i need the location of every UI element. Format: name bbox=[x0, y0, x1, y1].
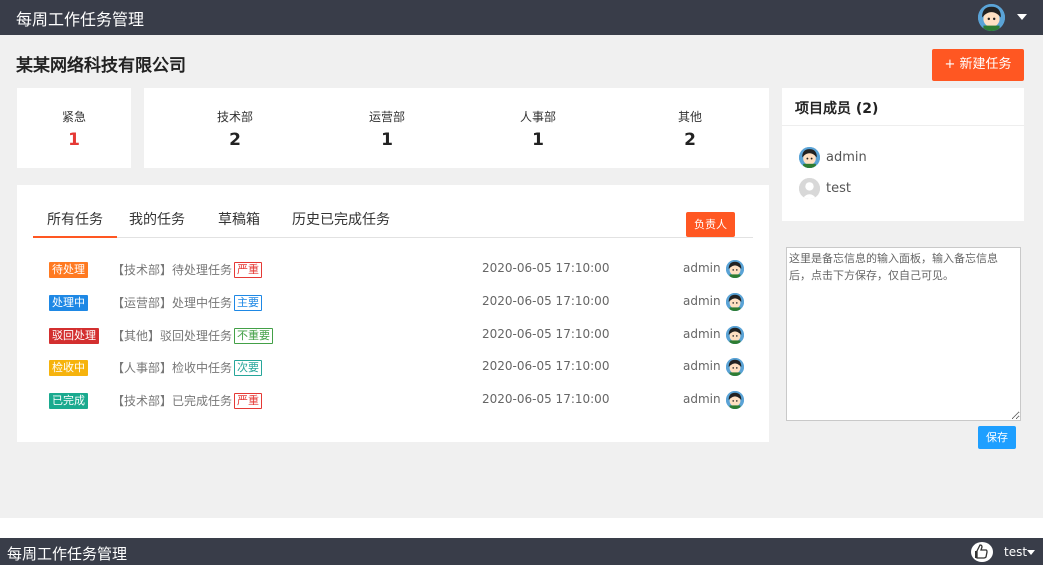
task-time: 2020-06-05 17:10:00 bbox=[482, 293, 610, 308]
tab-history-completed[interactable]: 历史已完成任务 bbox=[278, 210, 404, 238]
company-name: 某某网络科技有限公司 bbox=[16, 56, 186, 76]
tab-drafts[interactable]: 草稿箱 bbox=[204, 210, 274, 238]
dept-count[interactable]: 2 bbox=[195, 130, 275, 150]
project-members-card: 项目成员 (2) admin test bbox=[782, 88, 1024, 221]
thumbs-up-icon[interactable] bbox=[971, 542, 993, 562]
task-name[interactable]: 【人事部】检收中任务 bbox=[112, 361, 232, 375]
dept-count[interactable]: 2 bbox=[650, 130, 730, 150]
task-tabs: 所有任务 我的任务 草稿箱 历史已完成任务 bbox=[33, 210, 753, 238]
save-memo-button[interactable]: 保存 bbox=[978, 426, 1016, 449]
user-avatar-icon[interactable] bbox=[978, 4, 1005, 31]
task-owner: admin bbox=[683, 392, 721, 407]
dept-count[interactable]: 1 bbox=[347, 130, 427, 150]
task-owner: admin bbox=[683, 326, 721, 341]
status-badge: 待处理 bbox=[49, 262, 88, 278]
priority-badge: 主要 bbox=[234, 294, 263, 311]
status-badge: 已完成 bbox=[49, 393, 88, 410]
task-title[interactable]: 【其他】驳回处理任务 不重要 bbox=[112, 327, 274, 344]
task-name[interactable]: 【技术部】待处理任务 bbox=[112, 263, 232, 277]
owner-avatar-icon bbox=[726, 292, 744, 311]
tab-all-tasks[interactable]: 所有任务 bbox=[33, 210, 117, 238]
task-row[interactable]: 待处理 【技术部】待处理任务 严重 2020-06-05 17:10:00 admin bbox=[17, 258, 769, 282]
task-time: 2020-06-05 17:10:00 bbox=[482, 392, 610, 407]
dept-label: 技术部 bbox=[216, 110, 253, 124]
task-name[interactable]: 【运营部】处理中任务 bbox=[112, 296, 232, 310]
member-item[interactable]: test bbox=[799, 177, 851, 199]
user-menu[interactable] bbox=[978, 4, 1005, 31]
member-name: admin bbox=[826, 149, 867, 165]
task-time: 2020-06-05 17:10:00 bbox=[482, 359, 610, 374]
status-badge: 处理中 bbox=[49, 294, 88, 311]
page-bottom-area bbox=[0, 518, 1043, 538]
new-task-button[interactable]: + 新建任务 bbox=[932, 49, 1024, 81]
task-owner: admin bbox=[683, 359, 721, 374]
dept-count[interactable]: 1 bbox=[498, 130, 578, 150]
urgent-stat-card[interactable]: 紧急 1 bbox=[17, 88, 131, 168]
owner-filter-button[interactable]: 负责人 bbox=[686, 212, 735, 237]
default-avatar-icon bbox=[799, 177, 820, 199]
task-title[interactable]: 【运营部】处理中任务 主要 bbox=[112, 294, 263, 311]
footer-user-name[interactable]: test bbox=[1004, 545, 1027, 559]
task-row[interactable]: 检收中 【人事部】检收中任务 次要 2020-06-05 17:10:00 admin bbox=[17, 356, 769, 380]
memo-textarea[interactable]: 这里是备忘信息的输入面板，输入备忘信息后，点击下方保存，仅自己可见。 bbox=[786, 247, 1021, 421]
footer-caret-icon[interactable] bbox=[1027, 550, 1035, 555]
task-name[interactable]: 【技术部】已完成任务 bbox=[112, 394, 232, 408]
urgent-count: 1 bbox=[68, 130, 80, 150]
top-navbar: 每周工作任务管理 bbox=[0, 0, 1043, 35]
dept-label: 运营部 bbox=[368, 110, 405, 124]
task-title[interactable]: 【人事部】检收中任务 次要 bbox=[112, 359, 263, 377]
urgent-label: 紧急 bbox=[61, 110, 86, 124]
task-row[interactable]: 处理中 【运营部】处理中任务 主要 2020-06-05 17:10:00 admin bbox=[17, 291, 769, 315]
task-name[interactable]: 【其他】驳回处理任务 bbox=[112, 329, 232, 343]
member-item[interactable]: admin bbox=[799, 146, 867, 168]
priority-badge: 不重要 bbox=[234, 327, 274, 344]
task-list-card: 所有任务 我的任务 草稿箱 历史已完成任务 负责人 待处理 【技术部】待处理任务严… bbox=[17, 185, 769, 442]
user-menu-caret-icon[interactable] bbox=[1017, 14, 1027, 20]
member-name: test bbox=[826, 180, 851, 196]
department-stats-card: 技术部 2 运营部 1 人事部 1 其他 2 bbox=[144, 88, 769, 168]
status-badge: 驳回处理 bbox=[49, 327, 99, 344]
tab-my-tasks[interactable]: 我的任务 bbox=[115, 210, 199, 238]
task-title[interactable]: 【技术部】待处理任务 严重 bbox=[112, 261, 263, 278]
dept-label: 其他 bbox=[677, 110, 702, 124]
priority-badge: 严重 bbox=[234, 393, 263, 410]
app-title: 每周工作任务管理 bbox=[16, 10, 145, 29]
task-owner: admin bbox=[683, 293, 721, 308]
task-title[interactable]: 【技术部】已完成任务 严重 bbox=[112, 392, 263, 410]
owner-avatar-icon bbox=[726, 358, 744, 377]
task-time: 2020-06-05 17:10:00 bbox=[482, 326, 610, 341]
priority-badge: 次要 bbox=[234, 360, 263, 377]
task-row[interactable]: 已完成 【技术部】已完成任务 严重 2020-06-05 17:10:00 admin bbox=[17, 389, 769, 413]
owner-avatar-icon bbox=[726, 325, 744, 344]
avatar-icon bbox=[799, 146, 820, 168]
owner-avatar-icon bbox=[726, 260, 744, 278]
footer-title: 每周工作任务管理 bbox=[7, 545, 128, 563]
priority-badge: 严重 bbox=[234, 262, 263, 278]
bottom-bar: 每周工作任务管理 test bbox=[0, 538, 1043, 565]
divider bbox=[782, 125, 1024, 126]
dept-label: 人事部 bbox=[519, 110, 556, 124]
status-badge: 检收中 bbox=[49, 360, 88, 377]
owner-avatar-icon bbox=[726, 391, 744, 410]
members-title: 项目成员 (2) bbox=[795, 101, 879, 117]
task-time: 2020-06-05 17:10:00 bbox=[482, 261, 610, 275]
task-owner: admin bbox=[683, 261, 721, 275]
task-row[interactable]: 驳回处理 【其他】驳回处理任务 不重要 2020-06-05 17:10:00 admi… bbox=[17, 324, 769, 348]
